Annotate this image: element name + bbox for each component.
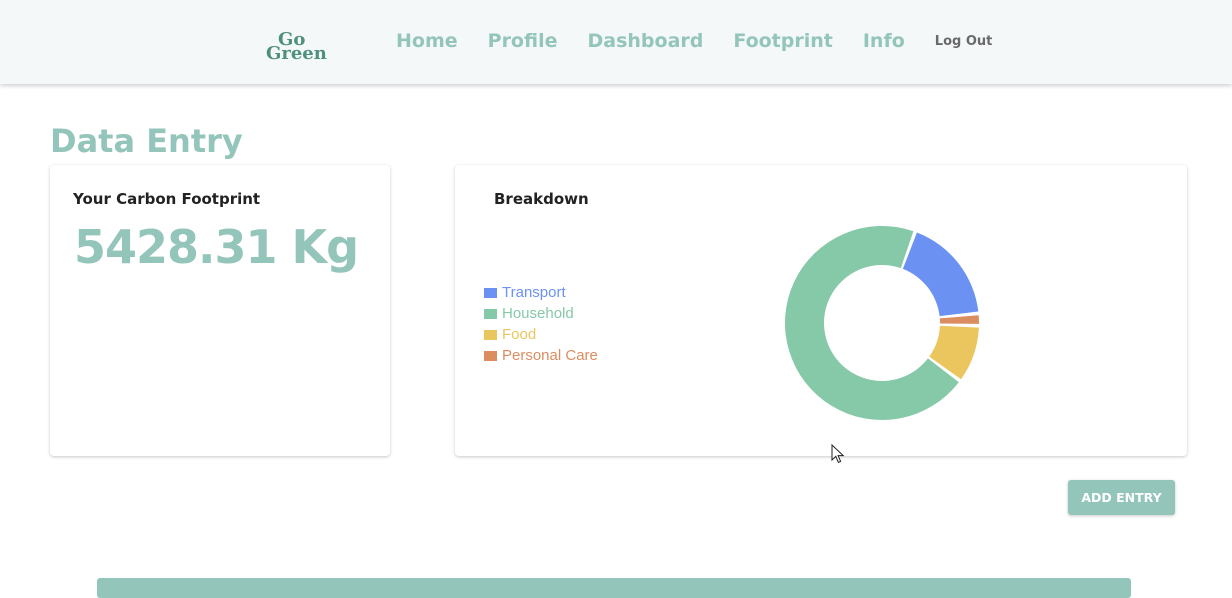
breakdown-title: Breakdown — [494, 190, 589, 208]
nav-dashboard-link[interactable]: Dashboard — [587, 30, 703, 52]
breakdown-card: Breakdown Transport Household Food Perso… — [455, 165, 1187, 456]
top-navbar: Go Green Home Profile Dashboard Footprin… — [0, 0, 1232, 84]
breakdown-donut-chart — [785, 225, 979, 420]
legend-label-transport: Transport — [502, 284, 566, 301]
legend-item-personal-care[interactable]: Personal Care — [484, 345, 598, 366]
nav-info-link[interactable]: Info — [863, 30, 905, 52]
add-entry-button[interactable]: ADD ENTRY — [1068, 480, 1175, 515]
legend-item-food[interactable]: Food — [484, 324, 598, 345]
chart-legend: Transport Household Food Personal Care — [484, 282, 598, 366]
logo-line-2: Green — [266, 43, 327, 64]
legend-label-household: Household — [502, 305, 574, 322]
donut-slice-personal-care[interactable] — [939, 315, 979, 324]
go-green-logo[interactable]: Go Green — [266, 31, 330, 64]
legend-swatch-food — [484, 329, 497, 340]
main-nav: Home Profile Dashboard Footprint Info Lo… — [396, 28, 992, 54]
legend-label-personal-care: Personal Care — [502, 347, 598, 364]
carbon-footprint-title: Your Carbon Footprint — [73, 190, 261, 208]
page-title: Data Entry — [50, 122, 243, 160]
nav-footprint-link[interactable]: Footprint — [733, 30, 833, 52]
nav-profile-link[interactable]: Profile — [488, 30, 558, 52]
legend-swatch-household — [484, 308, 497, 319]
legend-swatch-personal-care — [484, 350, 497, 361]
logout-link[interactable]: Log Out — [935, 34, 993, 49]
legend-swatch-transport — [484, 287, 497, 298]
donut-slice-transport[interactable] — [902, 232, 979, 317]
bottom-bar — [97, 578, 1131, 598]
legend-label-food: Food — [502, 326, 537, 343]
nav-home-link[interactable]: Home — [396, 30, 458, 52]
arrow-cursor-icon — [831, 444, 845, 464]
legend-item-transport[interactable]: Transport — [484, 282, 598, 303]
carbon-footprint-card: Your Carbon Footprint 5428.31 Kg — [50, 165, 390, 456]
legend-item-household[interactable]: Household — [484, 303, 598, 324]
carbon-footprint-value: 5428.31 Kg — [74, 220, 359, 274]
